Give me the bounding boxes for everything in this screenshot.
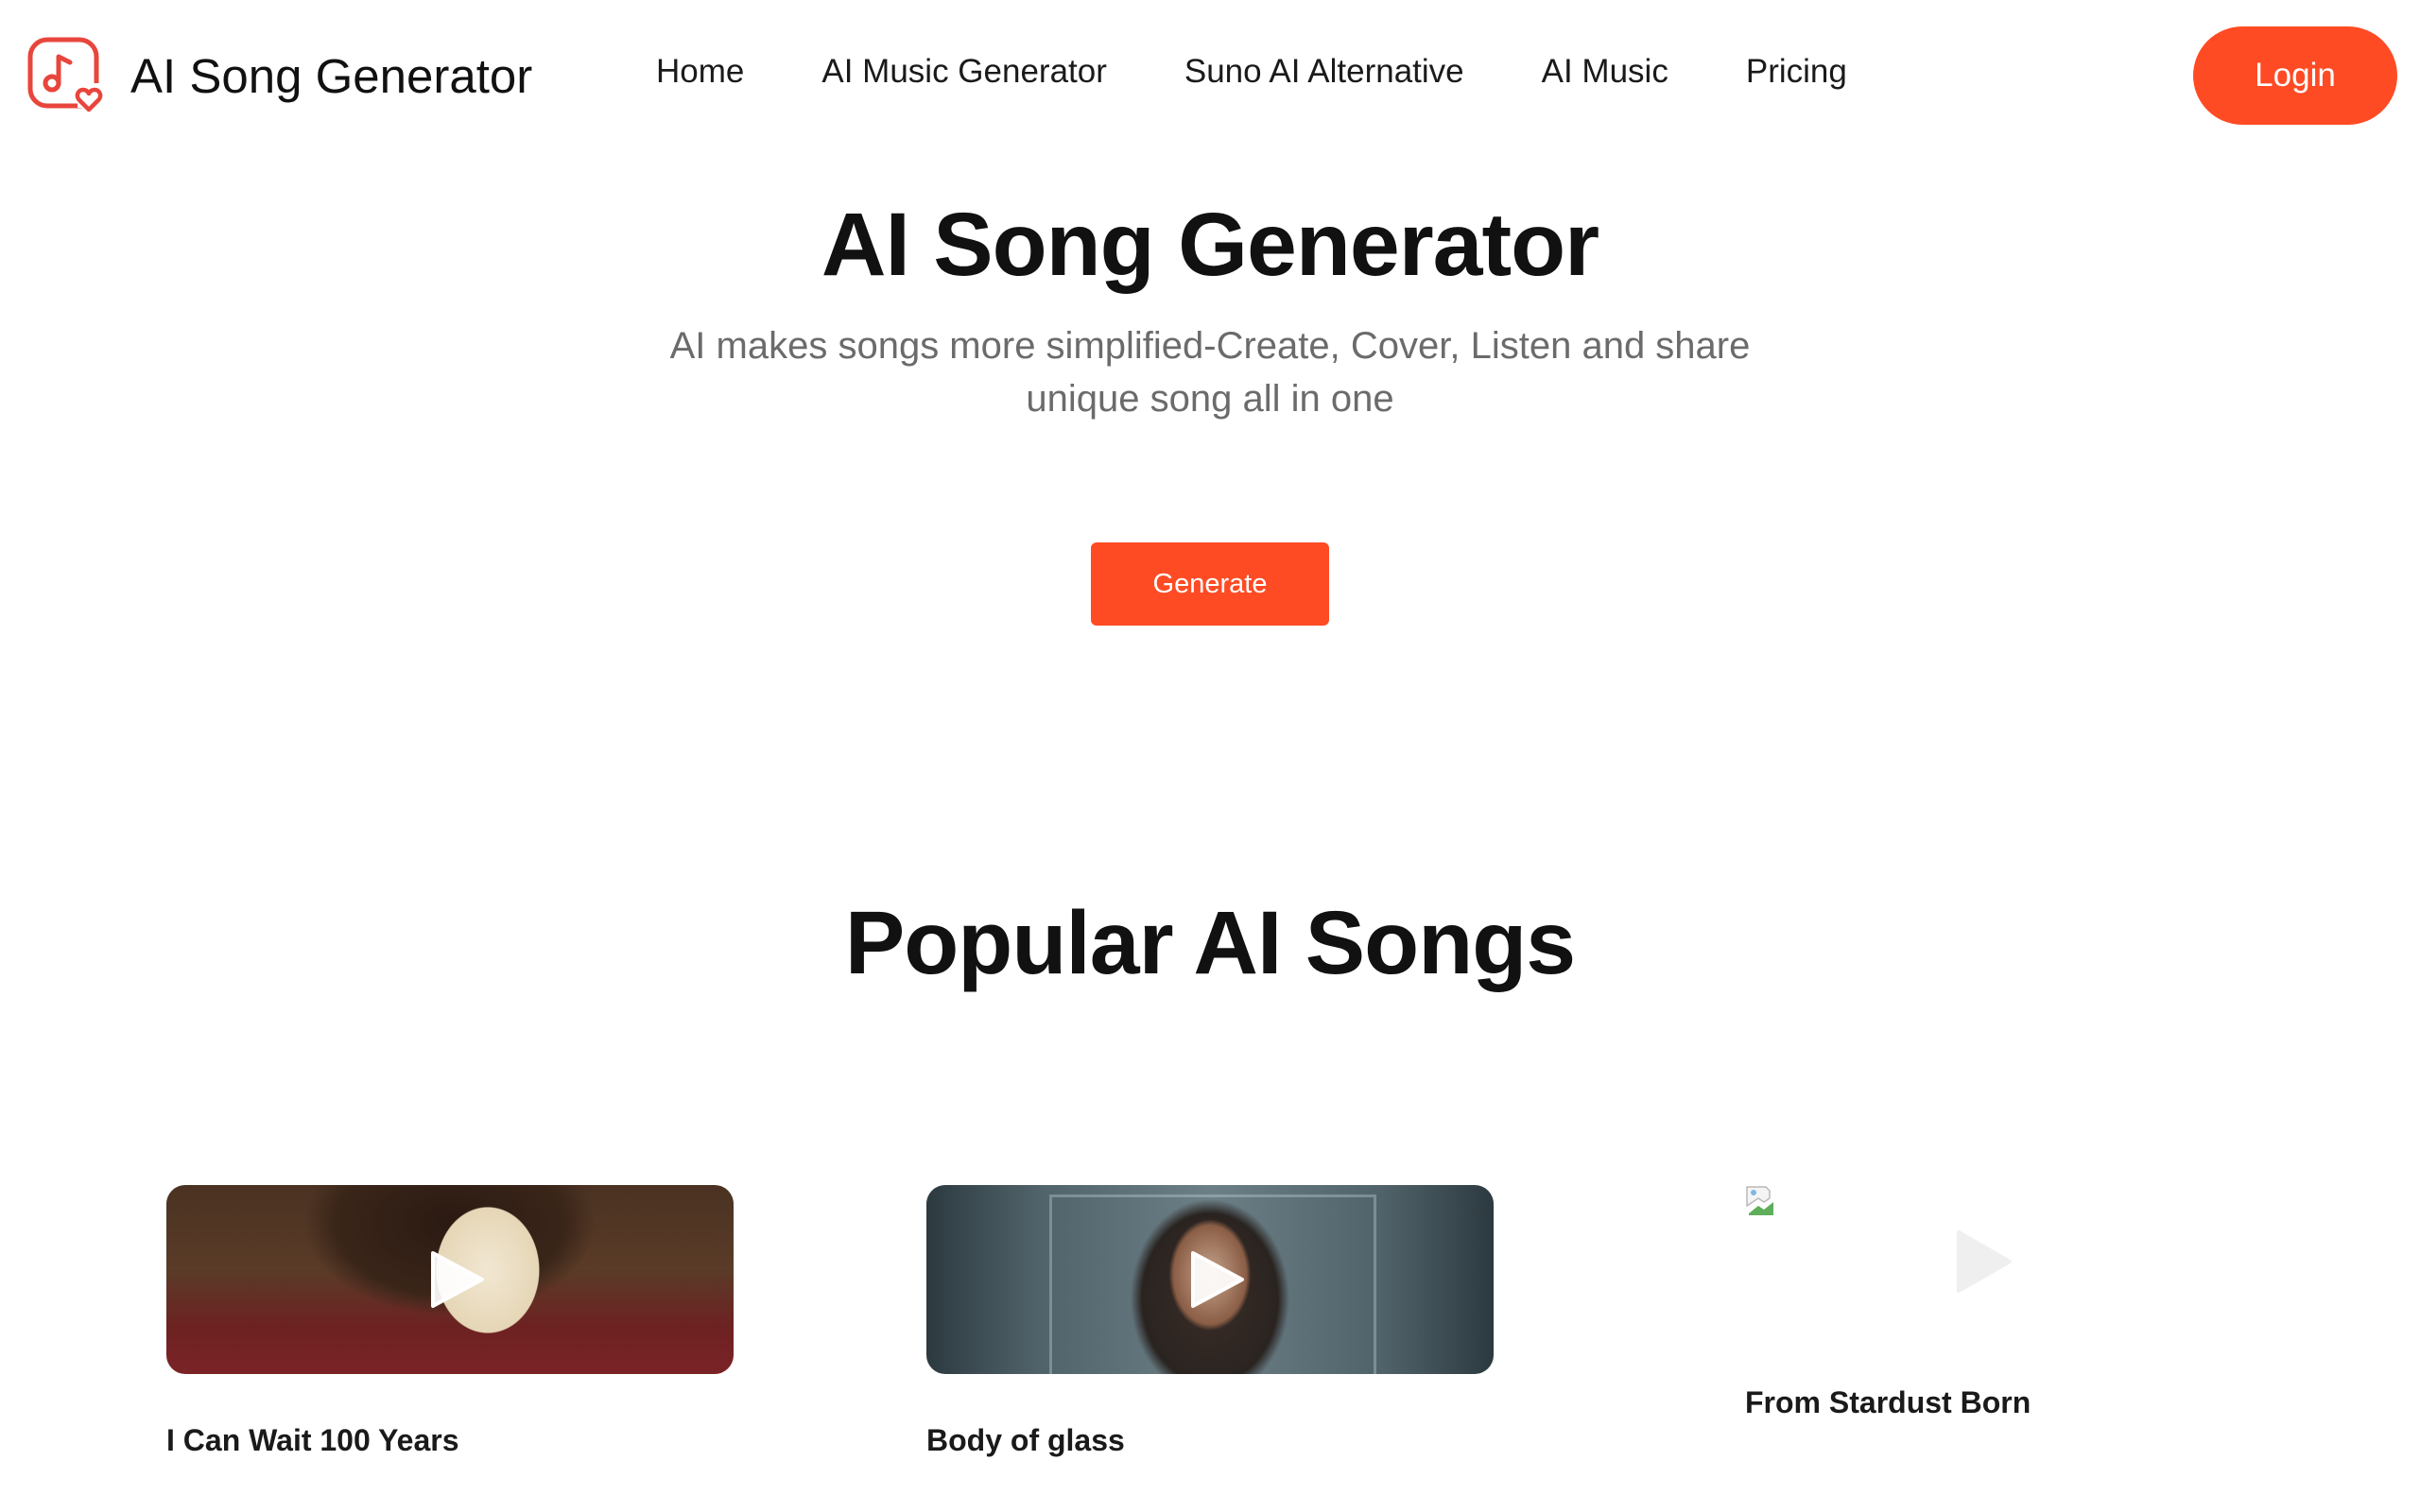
song-card-1[interactable]	[166, 1185, 734, 1374]
nav-item-suno-ai-alternative[interactable]: Suno AI Alternative	[1184, 53, 1464, 91]
song-thumbnail[interactable]	[926, 1185, 1494, 1374]
music-note-heart-logo-icon	[27, 37, 103, 112]
page-title: AI Song Generator	[821, 195, 1599, 295]
site-logo[interactable]: AI Song Generator	[26, 36, 532, 115]
song-title[interactable]: Body of glass	[926, 1423, 1125, 1458]
song-thumbnail[interactable]	[166, 1185, 734, 1374]
nav-item-ai-music[interactable]: AI Music	[1542, 53, 1668, 91]
logo-text: AI Song Generator	[130, 48, 533, 103]
play-icon[interactable]	[1953, 1228, 2014, 1295]
play-icon[interactable]	[425, 1249, 486, 1310]
play-icon[interactable]	[1185, 1249, 1246, 1310]
nav-item-ai-music-generator[interactable]: AI Music Generator	[821, 53, 1107, 91]
site-header: AI Song Generator Home AI Music Generato…	[0, 0, 2420, 151]
generate-button[interactable]: Generate	[1091, 542, 1329, 626]
song-card-2[interactable]	[926, 1185, 1494, 1374]
song-title[interactable]: I Can Wait 100 Years	[166, 1423, 459, 1458]
nav-item-home[interactable]: Home	[656, 53, 744, 91]
hero-subtitle: AI makes songs more simplified-Create, C…	[669, 325, 1751, 420]
song-card-3[interactable]	[1745, 1185, 2029, 1317]
broken-image-icon	[1746, 1186, 1773, 1215]
login-button[interactable]: Login	[2193, 26, 2397, 125]
nav-item-pricing[interactable]: Pricing	[1746, 53, 1847, 91]
song-title[interactable]: From Stardust Born	[1745, 1385, 2031, 1420]
main-nav: Home AI Music Generator Suno AI Alternat…	[656, 53, 1847, 91]
section-title-popular-songs: Popular AI Songs	[844, 893, 1576, 993]
